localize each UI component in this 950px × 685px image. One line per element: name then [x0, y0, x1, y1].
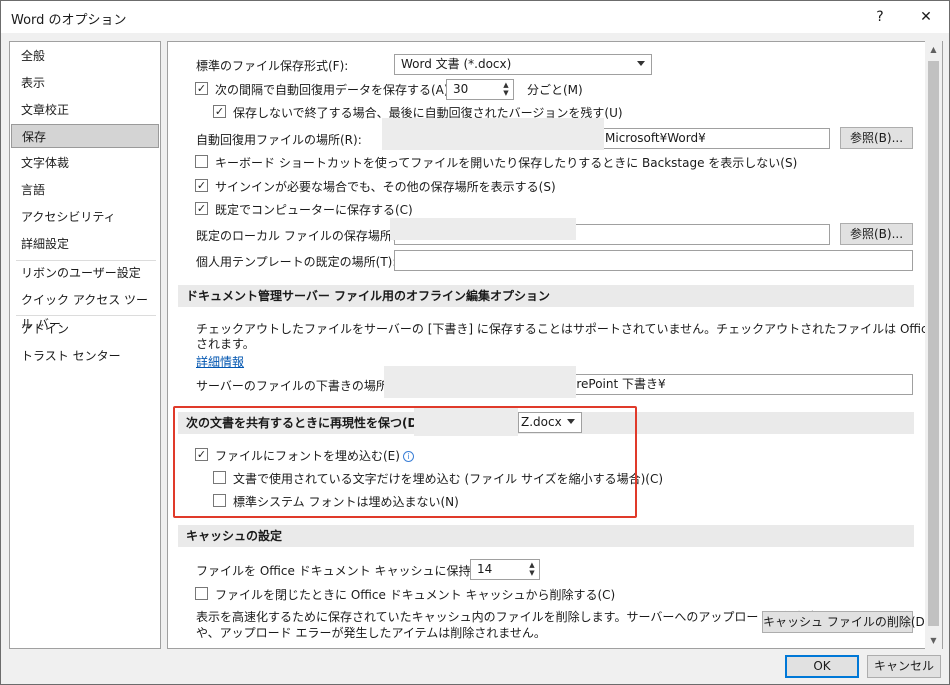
sidebar-item-save[interactable]: 保存: [11, 124, 159, 148]
help-button[interactable]: ?: [857, 1, 903, 33]
local-location-label: 既定のローカル ファイルの保存場所(I):: [196, 229, 409, 243]
title-bar: Word のオプション ? ✕: [1, 1, 949, 33]
format-select[interactable]: Word 文書 (*.docx): [394, 54, 652, 75]
options-dialog: Word のオプション ? ✕ 全般 表示 文章校正 保存 文字体裁 言語 アク…: [0, 0, 950, 685]
scroll-thumb[interactable]: [928, 61, 939, 626]
cache-desc-line2: や、アップロード エラーが発生したアイテムは削除されません。: [196, 626, 546, 640]
sidebar: 全般 表示 文章校正 保存 文字体裁 言語 アクセシビリティ 詳細設定 リボンの…: [9, 41, 161, 649]
redacted-area: [382, 118, 604, 150]
redacted-area: [390, 218, 576, 240]
default-computer-checkbox[interactable]: ✓: [195, 202, 208, 215]
cache-days-input[interactable]: 14 ▲ ▼: [470, 559, 540, 580]
sidebar-item-accessibility[interactable]: アクセシビリティ: [11, 205, 159, 229]
chevron-down-icon: [637, 61, 645, 66]
backstage-checkbox[interactable]: [195, 155, 208, 168]
autorecover-location-label: 自動回復用ファイルの場所(R):: [196, 133, 362, 147]
delete-on-close-checkbox[interactable]: [195, 587, 208, 600]
drafts-label: サーバーのファイルの下書きの場所(V):: [196, 379, 410, 393]
keep-last-checkbox[interactable]: ✓: [213, 105, 226, 118]
sidebar-item-general[interactable]: 全般: [11, 44, 159, 68]
delete-cache-button[interactable]: キャッシュ ファイルの削除(D): [762, 611, 929, 633]
scroll-up-icon[interactable]: ▲: [925, 41, 942, 58]
cache-days-value: 14: [477, 562, 493, 576]
browse-local-button[interactable]: 参照(B)...: [840, 223, 913, 245]
sidebar-item-addins[interactable]: アドイン: [11, 317, 159, 341]
cache-section-header: キャッシュの設定: [178, 525, 914, 547]
scroll-down-icon[interactable]: ▼: [925, 632, 942, 649]
sidebar-item-proofing[interactable]: 文章校正: [11, 98, 159, 122]
more-info-link[interactable]: 詳細情報: [196, 353, 244, 370]
offline-section-header: ドキュメント管理サーバー ファイル用のオフライン編集オプション: [178, 285, 914, 307]
offline-desc-line1: チェックアウトしたファイルをサーバーの [下書き] に保存することはサポートされ…: [196, 322, 942, 336]
format-value: Word 文書 (*.docx): [401, 57, 512, 71]
autorecover-label: 次の間隔で自動回復用データを保存する(A):: [215, 83, 453, 97]
options-content: 標準のファイル保存形式(F): Word 文書 (*.docx) ✓ 次の間隔で…: [167, 41, 943, 649]
offline-desc-line2: されます。: [196, 337, 255, 351]
window-title: Word のオプション: [11, 13, 127, 28]
backstage-label: キーボード ショートカットを使ってファイルを開いたり保存したりするときに Bac…: [215, 156, 798, 170]
autorecover-minutes-input[interactable]: 30 ▲ ▼: [446, 79, 514, 100]
browse-autorecover-button[interactable]: 参照(B)...: [840, 127, 913, 149]
autorecover-location-value: Microsoft¥Word¥: [605, 131, 706, 145]
highlight-box: [173, 406, 637, 518]
minutes-unit: 分ごと(M): [527, 83, 583, 97]
sidebar-item-quick-access[interactable]: クイック アクセス ツール バー: [11, 288, 159, 331]
format-label: 標準のファイル保存形式(F):: [196, 59, 349, 73]
autorecover-minutes-value: 30: [453, 82, 469, 96]
sidebar-item-trust-center[interactable]: トラスト センター: [11, 344, 159, 368]
sidebar-item-customize-ribbon[interactable]: リボンのユーザー設定: [11, 261, 159, 285]
sidebar-item-display[interactable]: 表示: [11, 71, 159, 95]
sidebar-item-language[interactable]: 言語: [11, 178, 159, 202]
templates-label: 個人用テンプレートの既定の場所(T):: [196, 255, 397, 269]
sidebar-item-typography[interactable]: 文字体裁: [11, 151, 159, 175]
spinner-icon[interactable]: ▲ ▼: [527, 561, 537, 577]
templates-input[interactable]: [394, 250, 913, 271]
ok-button[interactable]: OK: [785, 655, 859, 678]
autorecover-checkbox[interactable]: ✓: [195, 82, 208, 95]
close-button[interactable]: ✕: [903, 1, 949, 33]
sidebar-divider: [16, 315, 156, 316]
sidebar-item-advanced[interactable]: 詳細設定: [11, 232, 159, 256]
delete-on-close-label: ファイルを閉じたときに Office ドキュメント キャッシュから削除する(C): [215, 588, 616, 602]
drafts-value: arePoint 下書き¥: [569, 377, 666, 391]
other-locations-label: サインインが必要な場合でも、その他の保存場所を表示する(S): [215, 180, 556, 194]
redacted-area: [384, 366, 576, 398]
default-computer-label: 既定でコンピューターに保存する(C): [215, 203, 413, 217]
spinner-icon[interactable]: ▲ ▼: [501, 81, 511, 97]
cancel-button[interactable]: キャンセル: [867, 655, 941, 678]
other-locations-checkbox[interactable]: ✓: [195, 179, 208, 192]
vertical-scrollbar[interactable]: ▲ ▼: [925, 41, 942, 649]
